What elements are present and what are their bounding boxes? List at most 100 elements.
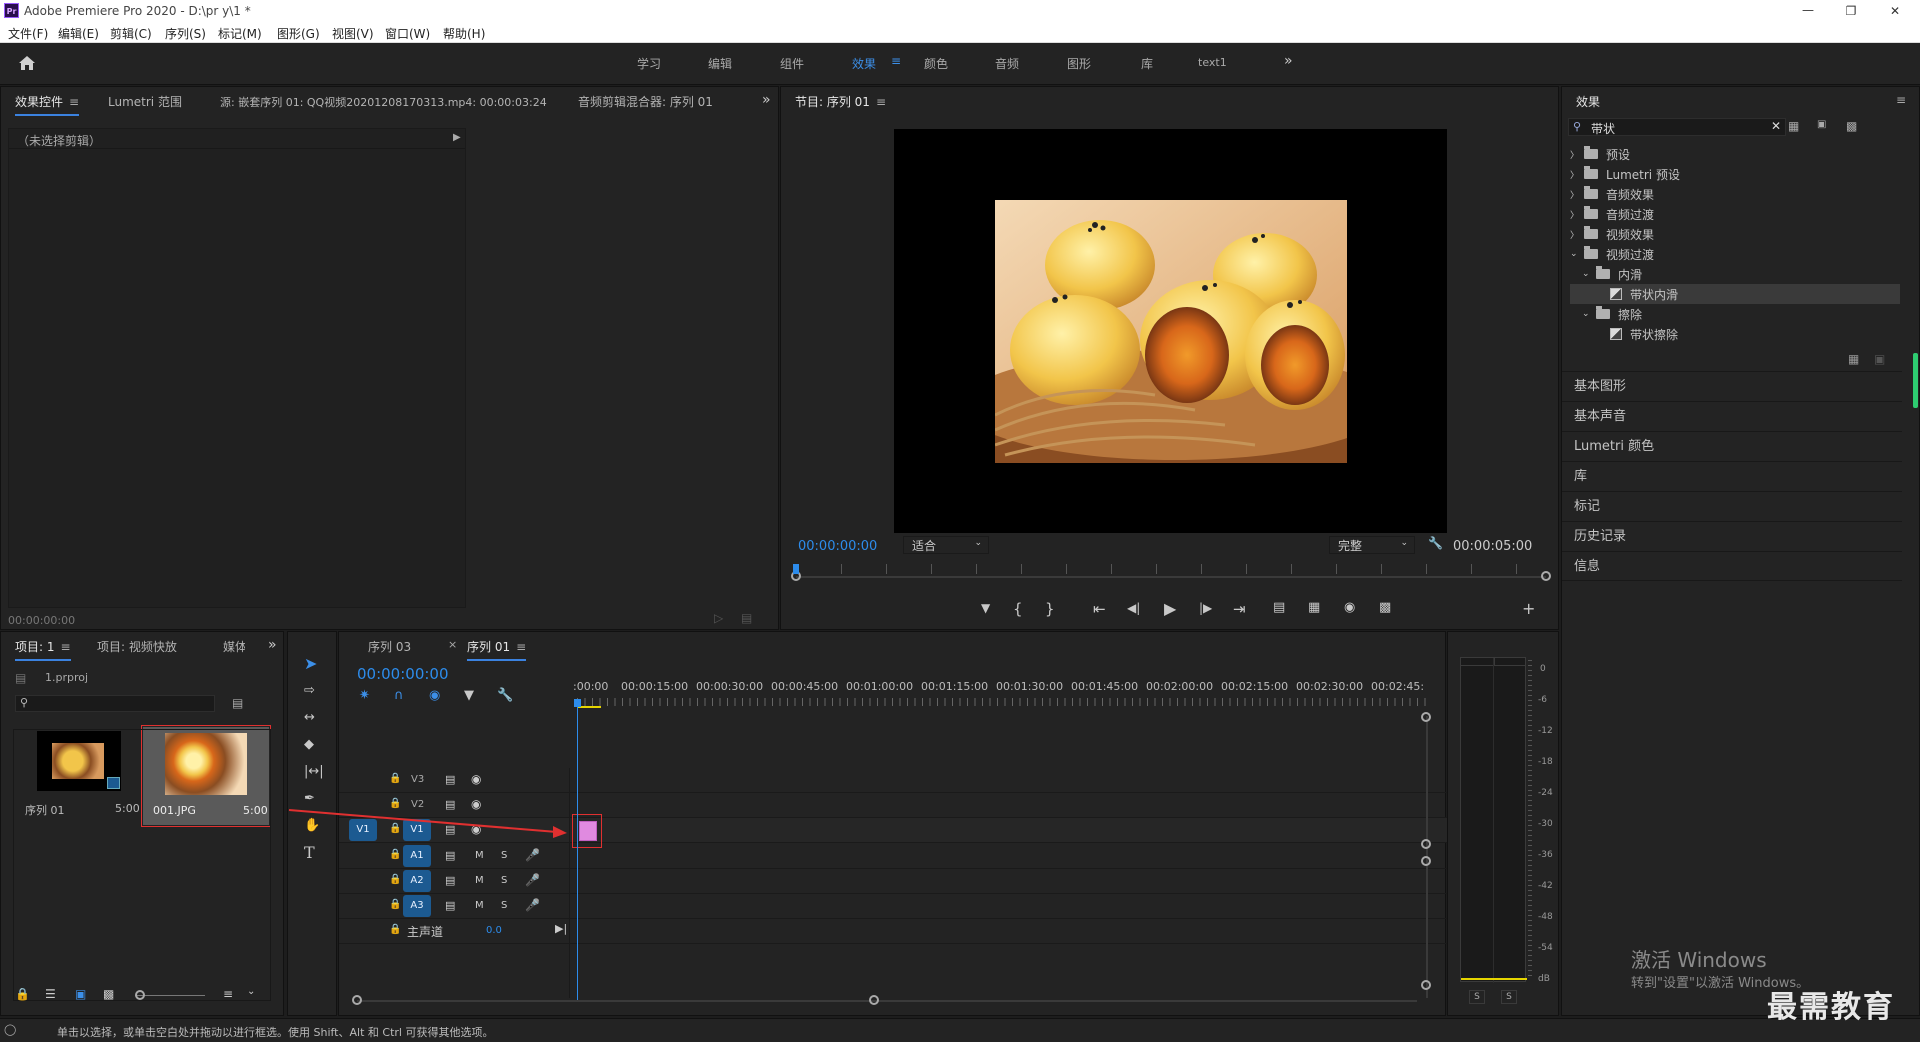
menu-view[interactable]: 视图(V) bbox=[332, 25, 374, 42]
mute-button[interactable]: M bbox=[475, 900, 484, 911]
tree-item-video-transitions[interactable]: ⌄ 视频过渡 bbox=[1570, 244, 1900, 264]
effects-menu-icon[interactable]: ≡ bbox=[1896, 93, 1906, 107]
icon-view-icon[interactable]: ▣ bbox=[75, 987, 86, 1001]
solo-right-button[interactable]: S bbox=[1501, 990, 1517, 1004]
freeform-view-icon[interactable]: ▩ bbox=[103, 987, 114, 1001]
effects-search[interactable]: ⚲ 带状 ✕ bbox=[1568, 118, 1786, 136]
tree-item-band-slide[interactable]: 带状内滑 bbox=[1570, 284, 1900, 304]
32bit-effects-icon[interactable]: ▣ bbox=[1817, 119, 1826, 130]
track-target-a1[interactable]: A1 bbox=[403, 845, 431, 867]
project-item-sequence[interactable]: 序列 01 5:00 bbox=[19, 727, 140, 827]
section-essential-sound[interactable]: 基本声音 bbox=[1562, 401, 1902, 431]
section-libraries[interactable]: 库 bbox=[1562, 461, 1902, 491]
menu-window[interactable]: 窗口(W) bbox=[385, 25, 430, 42]
go-to-in-icon[interactable]: ⇤ bbox=[1093, 600, 1106, 618]
play-icon[interactable]: ▶ bbox=[1164, 599, 1176, 618]
menu-graphics[interactable]: 图形(G) bbox=[277, 25, 320, 42]
more-tabs-icon[interactable]: » bbox=[762, 92, 771, 108]
selection-tool-icon[interactable]: ➤ bbox=[304, 656, 317, 672]
workspace-edit[interactable]: 编辑 bbox=[708, 55, 732, 72]
tree-item-lumetri-presets[interactable]: 〉 Lumetri 预设 bbox=[1570, 164, 1900, 184]
fit-dropdown[interactable]: 适合 ⌄ bbox=[903, 536, 989, 554]
list-view-icon[interactable]: ☰ bbox=[45, 987, 56, 1001]
workspace-graphics[interactable]: 图形 bbox=[1067, 55, 1091, 72]
program-monitor-title[interactable]: 节目: 序列 01 ≡ bbox=[795, 93, 886, 114]
zoom-slider-handle[interactable] bbox=[135, 990, 145, 1000]
workspace-learn[interactable]: 学习 bbox=[637, 55, 661, 72]
workspace-text1[interactable]: text1 bbox=[1198, 56, 1227, 69]
add-marker-icon[interactable]: ▼ bbox=[464, 689, 474, 702]
program-timecode-current[interactable]: 00:00:00:00 bbox=[798, 539, 877, 554]
tree-item-presets[interactable]: 〉 预设 bbox=[1570, 144, 1900, 164]
linked-selection-icon[interactable]: ◉ bbox=[429, 689, 440, 702]
toggle-sync-icon[interactable]: ▤ bbox=[445, 874, 455, 887]
menu-file[interactable]: 文件(F) bbox=[8, 25, 48, 42]
solo-button[interactable]: S bbox=[501, 875, 507, 886]
timeline-playhead[interactable] bbox=[577, 702, 578, 1002]
tree-item-audio-transitions[interactable]: 〉 音频过渡 bbox=[1570, 204, 1900, 224]
lift-icon[interactable]: ▤ bbox=[1273, 600, 1285, 615]
workspace-assembly[interactable]: 组件 bbox=[780, 55, 804, 72]
go-to-out-icon[interactable]: ⇥ bbox=[1233, 600, 1246, 618]
microphone-icon[interactable]: 🎤 bbox=[525, 848, 540, 862]
workspace-effects[interactable]: 效果 bbox=[852, 55, 876, 72]
tab-project-video[interactable]: 项目: 视频快放 bbox=[97, 638, 177, 655]
timeline-settings-icon[interactable]: 🔧 bbox=[497, 689, 513, 702]
scroll-handle[interactable] bbox=[352, 995, 362, 1005]
scroll-handle[interactable] bbox=[1421, 980, 1431, 990]
timeline-timecode[interactable]: 00:00:00:00 bbox=[357, 665, 449, 683]
scroll-handle-right[interactable] bbox=[1541, 571, 1551, 581]
playhead-marker[interactable] bbox=[793, 564, 799, 574]
section-history[interactable]: 历史记录 bbox=[1562, 521, 1902, 551]
minimize-button[interactable]: — bbox=[1795, 0, 1821, 22]
home-icon[interactable] bbox=[18, 55, 36, 71]
new-search-bin-icon[interactable]: ▤ bbox=[232, 696, 243, 710]
track-a3[interactable]: 🔒 A3 ▤ M S 🎤 bbox=[339, 894, 1453, 919]
type-tool-icon[interactable]: T bbox=[304, 845, 315, 861]
workspace-library[interactable]: 库 bbox=[1141, 55, 1153, 72]
go-to-end-icon[interactable]: ▶| bbox=[555, 922, 567, 935]
mark-in-icon[interactable]: { bbox=[1013, 600, 1023, 618]
mute-button[interactable]: M bbox=[475, 850, 484, 861]
section-lumetri-color[interactable]: Lumetri 颜色 bbox=[1562, 431, 1902, 461]
mark-out-icon[interactable]: } bbox=[1045, 600, 1055, 618]
wrench-icon[interactable]: 🔧 bbox=[1428, 536, 1443, 550]
lock-icon[interactable]: 🔒 bbox=[389, 899, 401, 910]
scroll-handle[interactable] bbox=[1421, 839, 1431, 849]
panel-scrollbar[interactable] bbox=[1913, 353, 1918, 408]
ripple-edit-tool-icon[interactable]: ↔ bbox=[304, 711, 315, 724]
more-workspaces-icon[interactable]: » bbox=[1284, 53, 1293, 69]
program-ruler[interactable] bbox=[796, 564, 1546, 574]
search-input[interactable]: 带状 bbox=[1591, 120, 1615, 137]
menu-help[interactable]: 帮助(H) bbox=[443, 25, 485, 42]
restore-button[interactable]: ❐ bbox=[1838, 0, 1864, 22]
scroll-handle[interactable] bbox=[869, 995, 879, 1005]
tab-source[interactable]: 源: 嵌套序列 01: QQ视频20201208170313.mp4: 00:0… bbox=[220, 94, 547, 110]
track-target-a2[interactable]: A2 bbox=[403, 870, 431, 892]
step-back-icon[interactable]: ◀| bbox=[1127, 601, 1140, 615]
add-marker-icon[interactable]: ▼ bbox=[981, 601, 990, 615]
lock-icon[interactable]: 🔒 bbox=[389, 874, 401, 885]
program-scrollbar[interactable] bbox=[796, 576, 1546, 578]
track-v3[interactable]: 🔒 V3 ▤ ◉ bbox=[339, 768, 1453, 793]
more-tabs-icon[interactable]: » bbox=[268, 637, 277, 653]
track-select-tool-icon[interactable]: ⇨ bbox=[304, 684, 315, 697]
tab-sequence-01[interactable]: 序列 01 ≡ bbox=[467, 638, 527, 661]
menu-clip[interactable]: 剪辑(C) bbox=[110, 25, 152, 42]
track-target-a3[interactable]: A3 bbox=[403, 895, 431, 917]
toggle-sync-icon[interactable]: ▤ bbox=[445, 849, 455, 862]
new-bin-icon[interactable]: ▦ bbox=[1848, 352, 1859, 366]
quality-dropdown[interactable]: 完整 ⌄ bbox=[1329, 536, 1415, 554]
horizontal-scrollbar[interactable] bbox=[357, 1000, 1417, 1002]
tree-item-wipe[interactable]: ⌄ 擦除 bbox=[1570, 304, 1900, 324]
menu-edit[interactable]: 编辑(E) bbox=[58, 25, 99, 42]
tab-effect-controls[interactable]: 效果控件 ≡ bbox=[15, 93, 80, 116]
tab-project-1[interactable]: 项目: 1 ≡ bbox=[15, 638, 71, 661]
workspace-color[interactable]: 颜色 bbox=[924, 55, 948, 72]
solo-button[interactable]: S bbox=[501, 900, 507, 911]
project-item-image[interactable]: 001.JPG 5:00 bbox=[141, 725, 271, 827]
clear-search-icon[interactable]: ✕ bbox=[1771, 119, 1781, 133]
export-frame-icon[interactable]: ▷ bbox=[714, 611, 723, 625]
step-forward-icon[interactable]: |▶ bbox=[1199, 601, 1212, 615]
section-essential-graphics[interactable]: 基本图形 bbox=[1562, 371, 1902, 401]
